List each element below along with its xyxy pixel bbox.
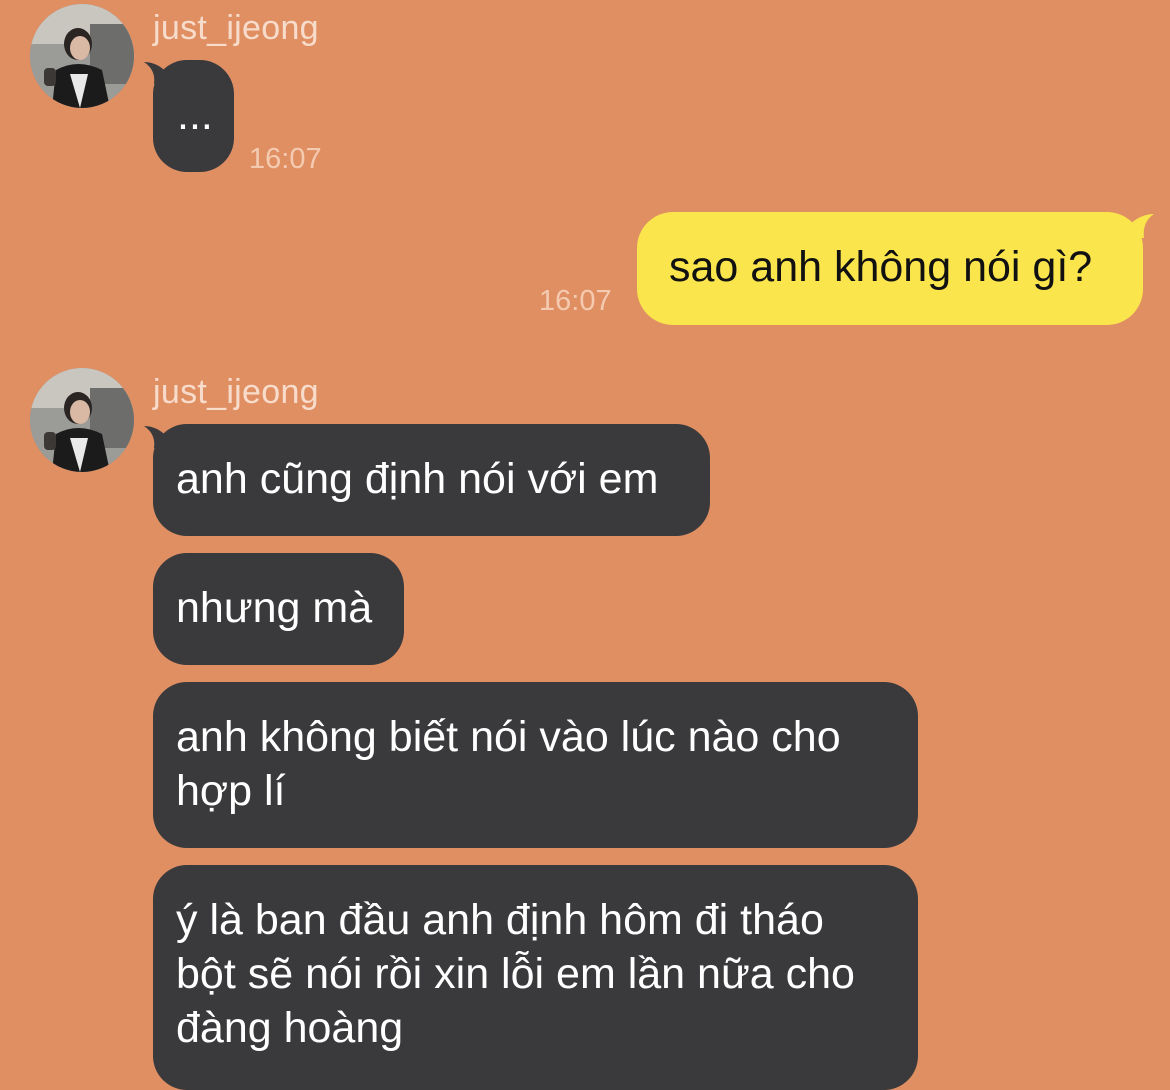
user-photo-avatar-icon xyxy=(30,4,134,108)
message-bubble-incoming[interactable]: anh cũng định nói với em xyxy=(153,424,710,536)
message-timestamp: 16:07 xyxy=(249,143,322,175)
message-bubble-outgoing[interactable]: sao anh không nói gì? xyxy=(637,212,1143,325)
message-bubble-incoming[interactable]: ... xyxy=(153,60,234,172)
message-bubble-incoming[interactable]: ý là ban đầu anh định hôm đi tháo bột sẽ… xyxy=(153,865,918,1090)
user-photo-avatar-icon xyxy=(30,368,134,472)
message-bubble-incoming[interactable]: anh không biết nói vào lúc nào cho hợp l… xyxy=(153,682,918,848)
message-bubble-incoming[interactable]: nhưng mà xyxy=(153,553,404,665)
sender-name: just_ijeong xyxy=(153,373,319,411)
bubble-tail xyxy=(1128,214,1154,238)
avatar[interactable] xyxy=(30,4,134,108)
sender-name: just_ijeong xyxy=(153,9,319,47)
message-timestamp: 16:07 xyxy=(539,285,612,317)
avatar[interactable] xyxy=(30,368,134,472)
